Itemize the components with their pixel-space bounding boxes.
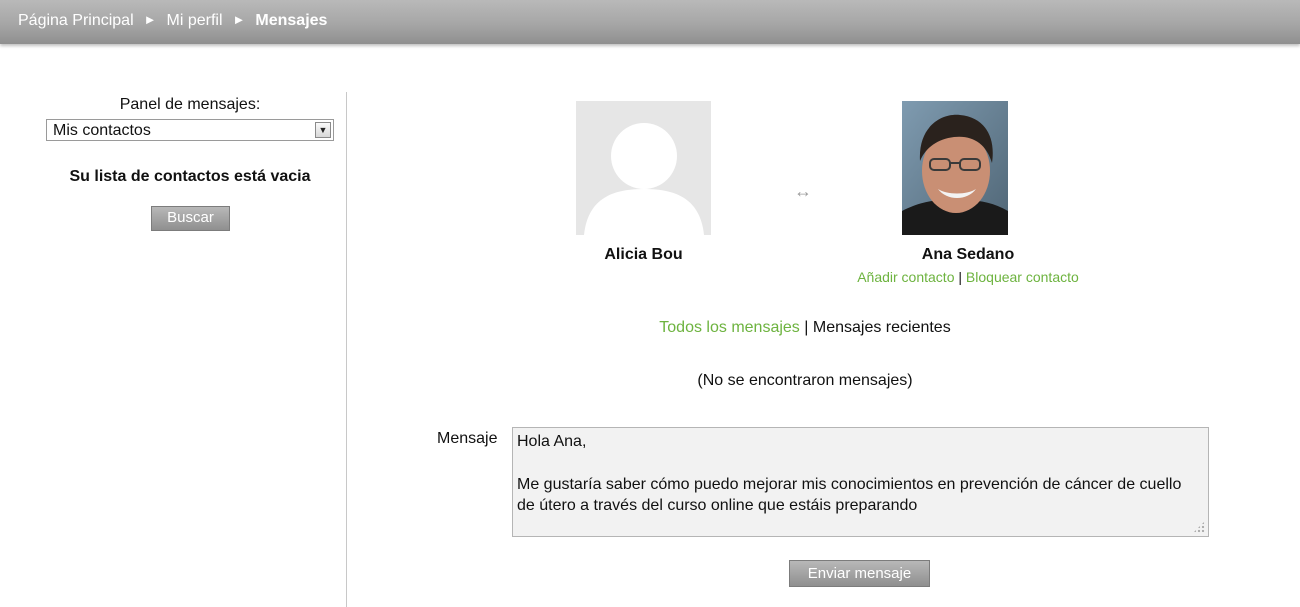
- recent-messages-label: Mensajes recientes: [812, 319, 951, 336]
- panel-select-value: Mis contactos: [53, 122, 151, 139]
- breadcrumb-profile-link[interactable]: Mi perfil: [167, 12, 223, 29]
- action-separator: |: [958, 269, 963, 285]
- panel-select[interactable]: Mis contactos ▼: [46, 119, 334, 141]
- resize-handle-icon[interactable]: [1193, 521, 1205, 533]
- message-filters: Todos los mensajes | Mensajes recientes: [560, 319, 1050, 337]
- filter-separator: |: [804, 319, 809, 336]
- send-message-button[interactable]: Enviar mensaje: [789, 560, 930, 587]
- no-messages-text: (No se encontraron mensajes): [697, 372, 913, 389]
- panel-label: Panel de mensajes:: [119, 96, 261, 113]
- breadcrumb-current: Mensajes: [255, 12, 328, 29]
- avatar-default-icon: [576, 101, 711, 235]
- all-messages-link[interactable]: Todos los mensajes: [659, 319, 800, 336]
- recipient-name: Ana Sedano: [921, 246, 1015, 263]
- chevron-down-icon[interactable]: ▼: [315, 122, 331, 138]
- message-line-greeting: Hola Ana,: [517, 433, 587, 450]
- breadcrumb-separator-icon: ►: [232, 12, 246, 27]
- contact-actions: Añadir contacto | Bloquear contacto: [800, 269, 1136, 285]
- avatar: [902, 101, 1008, 235]
- search-button[interactable]: Buscar: [151, 206, 230, 231]
- breadcrumb: Página Principal ► Mi perfil ► Mensajes: [18, 12, 327, 30]
- swap-arrows-icon: ↔: [794, 181, 812, 201]
- add-contact-link[interactable]: Añadir contacto: [857, 269, 954, 285]
- sender-name: Alicia Bou: [604, 246, 683, 263]
- message-panel-sidebar: Panel de mensajes: Mis contactos ▼ Su li…: [0, 92, 347, 607]
- block-contact-link[interactable]: Bloquear contacto: [966, 269, 1079, 285]
- empty-contacts-message: Su lista de contactos está vacia: [69, 168, 311, 185]
- breadcrumb-separator-icon: ►: [143, 12, 157, 27]
- message-textarea[interactable]: Hola Ana, Me gustaría saber cómo puedo m…: [512, 427, 1209, 537]
- top-navigation-bar: Página Principal ► Mi perfil ► Mensajes: [0, 0, 1300, 44]
- breadcrumb-home-link[interactable]: Página Principal: [18, 12, 134, 29]
- message-label: Mensaje: [437, 430, 498, 447]
- message-line-body: Me gustaría saber cómo puedo mejorar mis…: [517, 476, 1182, 514]
